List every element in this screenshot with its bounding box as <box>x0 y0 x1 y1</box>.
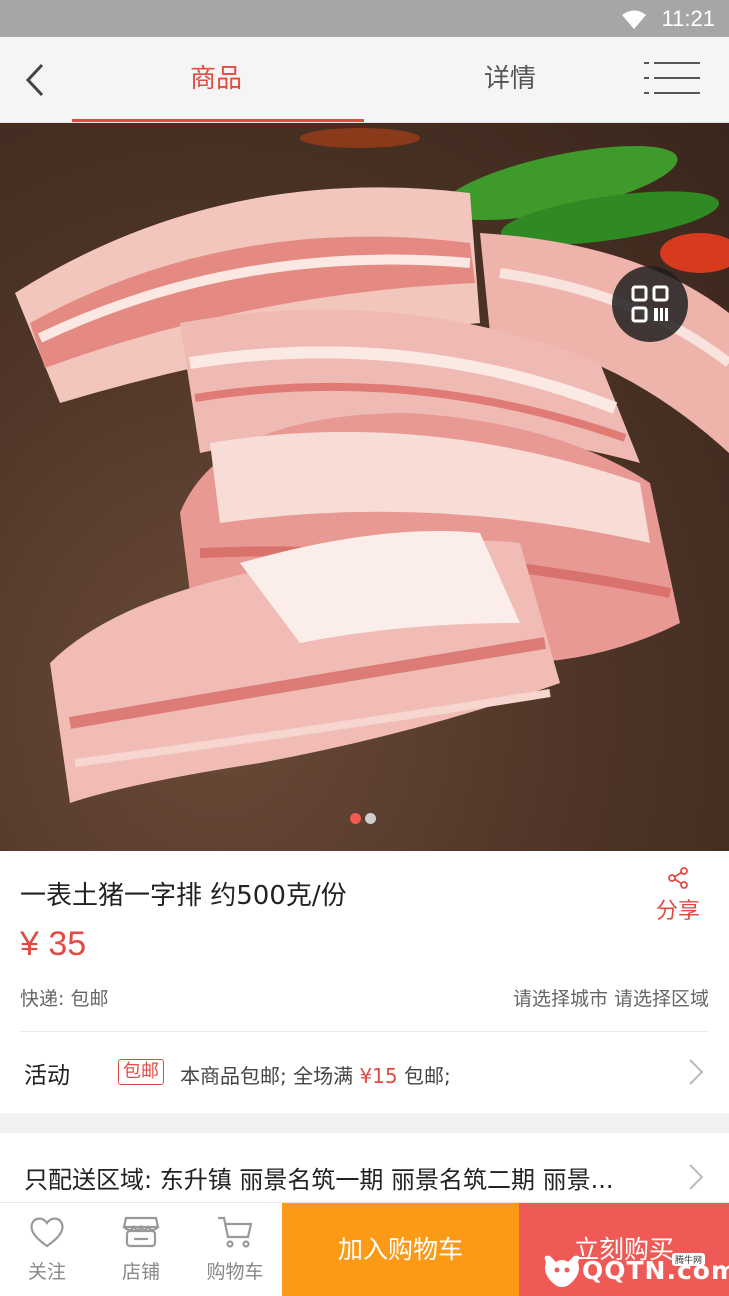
follow-button[interactable]: 关注 <box>2 1203 92 1296</box>
cart-icon <box>218 1216 253 1248</box>
top-nav-bar: 商品 详情 <box>0 37 729 123</box>
heart-icon <box>30 1217 64 1248</box>
qr-code-icon <box>631 285 669 323</box>
chevron-left-icon[interactable] <box>18 59 58 101</box>
follow-label: 关注 <box>27 1261 66 1283</box>
product-info-panel: 一表土猪一字排 约500克/份 分享 ¥ 35 快递: 包邮 请选择城市 请选择… <box>0 851 729 1113</box>
store-label: 店铺 <box>121 1261 160 1283</box>
shipping-info: 快递: 包邮 <box>20 988 109 1010</box>
clock: 11:21 <box>661 6 715 31</box>
wifi-icon <box>622 10 646 29</box>
pager-dot <box>365 813 376 824</box>
activity-amount: ¥15 <box>359 1064 398 1088</box>
city-area-selector[interactable]: 请选择城市 请选择区域 <box>513 984 709 1011</box>
activity-label: 活动 <box>24 1063 70 1089</box>
activity-row[interactable]: 活动 包邮 本商品包邮; 全场满 ¥15 包邮; <box>0 1032 729 1112</box>
store-button[interactable]: 店铺 <box>96 1203 186 1296</box>
chevron-right-icon <box>689 1059 704 1085</box>
add-to-cart-button[interactable]: 加入购物车 <box>282 1203 519 1296</box>
tab-goods[interactable]: 商品 <box>190 59 242 99</box>
store-icon <box>122 1216 160 1248</box>
delivery-area-text: 只配送区域: 东升镇 丽景名筑一期 丽景名筑二期 丽景... <box>24 1166 614 1194</box>
cart-label: 购物车 <box>206 1261 264 1283</box>
product-title: 一表土猪一字排 约500克/份 <box>20 881 347 911</box>
qr-code-button[interactable] <box>612 266 688 342</box>
share-icon <box>668 867 688 889</box>
product-image[interactable] <box>0 123 729 851</box>
pork-ribs-image <box>15 128 729 803</box>
product-price: ¥ 35 <box>20 925 87 963</box>
image-pager-dots <box>350 813 376 825</box>
activity-text-before: 本商品包邮; 全场满 <box>180 1064 360 1088</box>
tab-detail[interactable]: 详情 <box>484 59 536 99</box>
activity-text-after: 包邮; <box>397 1064 451 1088</box>
menu-icon[interactable] <box>644 59 702 99</box>
status-bar: 11:21 <box>0 0 729 37</box>
activity-description: 本商品包邮; 全场满 ¥15 包邮; <box>180 1060 451 1089</box>
pager-dot-active <box>350 813 361 824</box>
share-button[interactable]: 分享 <box>648 867 708 925</box>
site-watermark-logo: 腾牛网 QQTN.com <box>540 1250 729 1294</box>
share-label: 分享 <box>655 899 700 924</box>
chevron-right-icon <box>689 1164 704 1190</box>
cart-button[interactable]: 购物车 <box>190 1203 280 1296</box>
watermark-bull-icon <box>544 1255 580 1287</box>
watermark-text: QQTN.com <box>582 1256 729 1285</box>
active-tab-indicator <box>72 119 364 122</box>
free-shipping-badge: 包邮 <box>118 1059 164 1085</box>
